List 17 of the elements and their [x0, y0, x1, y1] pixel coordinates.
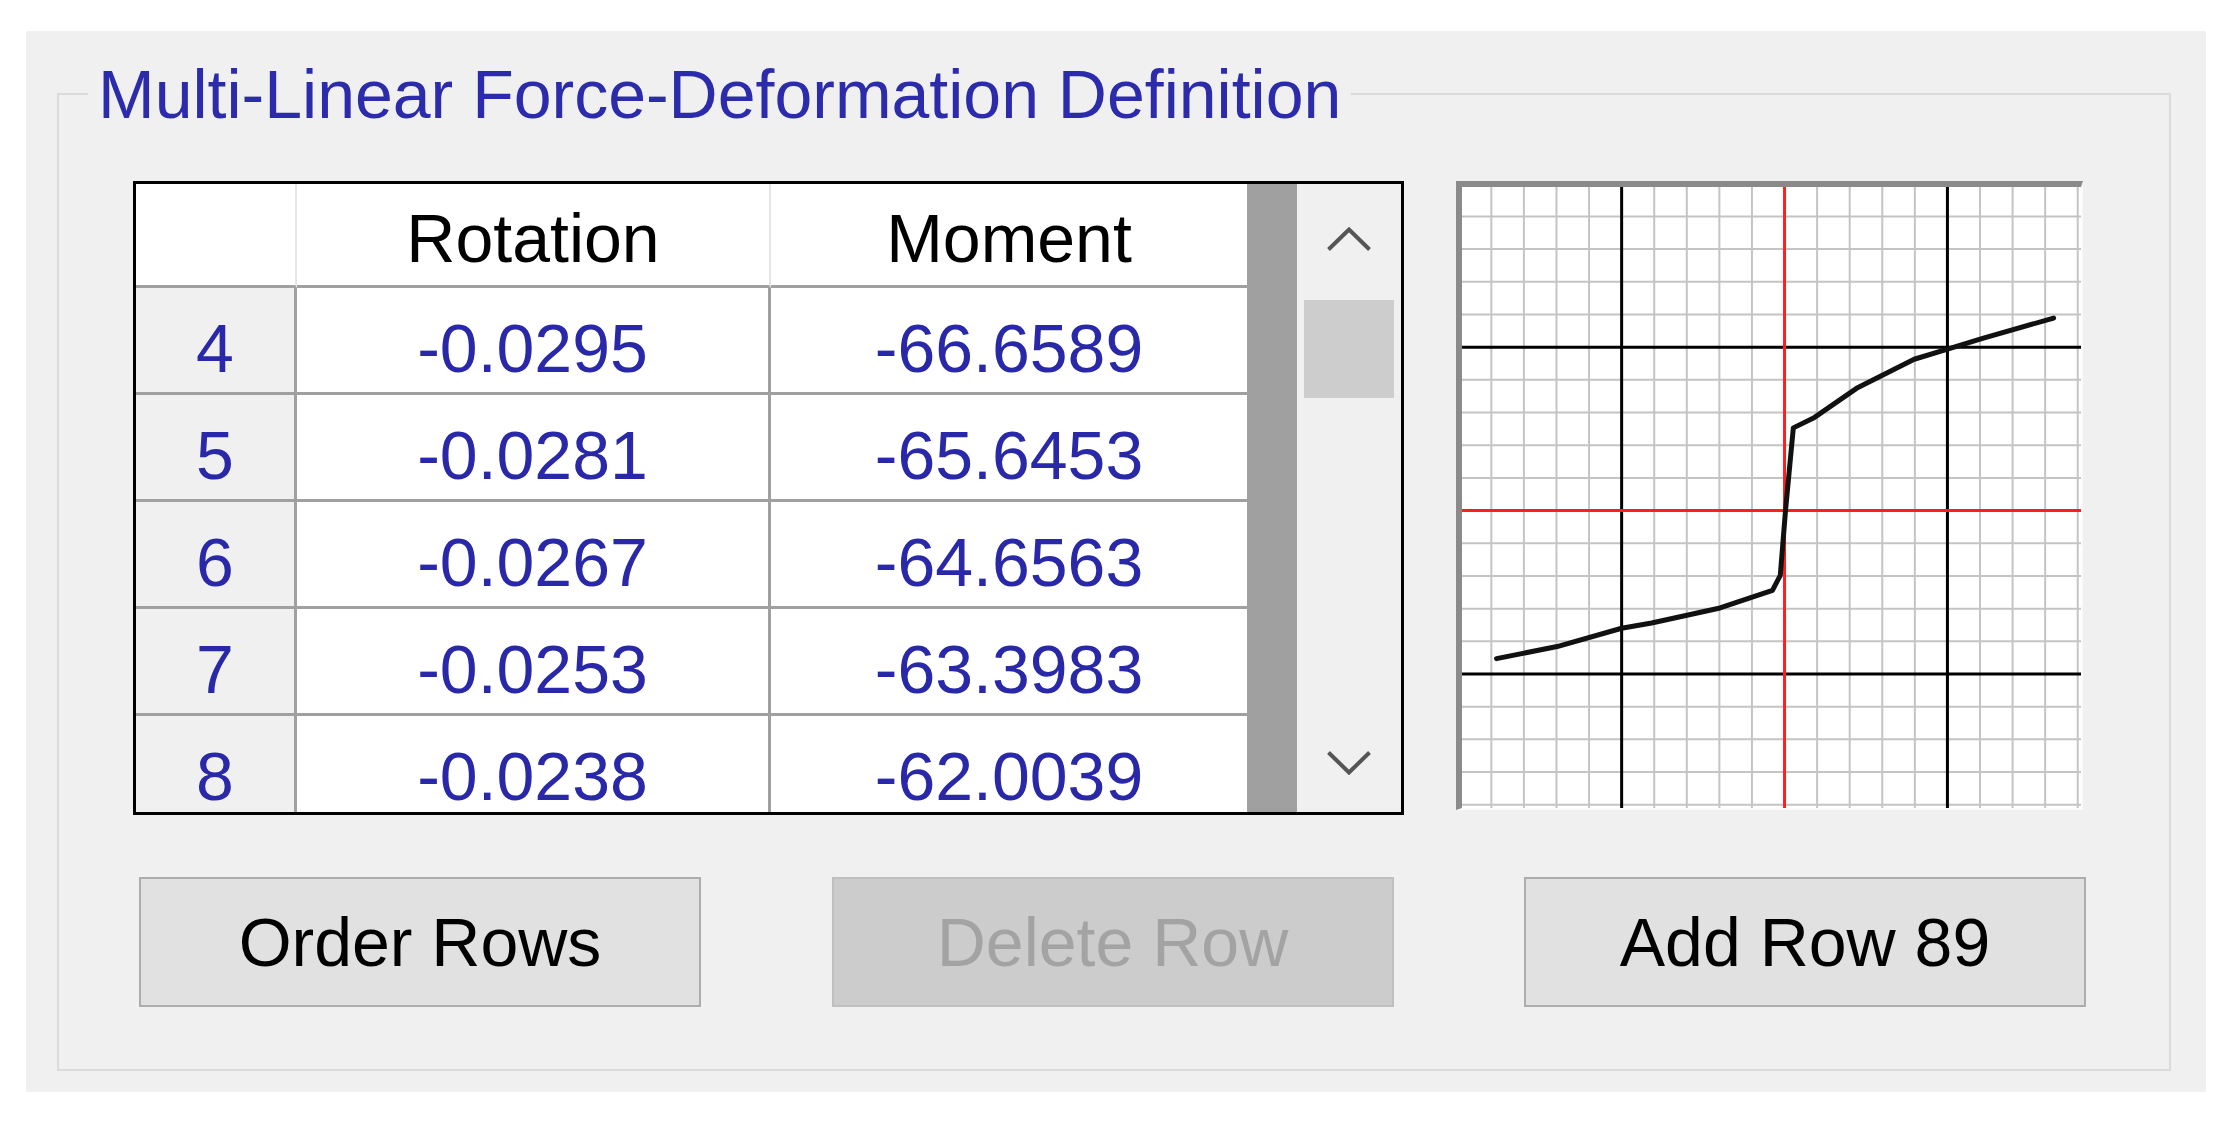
group-title: Multi-Linear Force-Deformation Definition	[97, 56, 1343, 132]
column-header: Rotation	[297, 184, 771, 288]
table-cell: -0.0267	[297, 502, 771, 609]
order-rows-button[interactable]: Order Rows	[139, 877, 701, 1007]
table-cell: -0.0281	[297, 395, 771, 502]
table-cell: -0.0253	[297, 609, 771, 716]
row-header: 4	[136, 288, 297, 395]
row-header: 6	[136, 502, 297, 609]
chevron-up-icon	[1326, 226, 1372, 252]
row-header: 7	[136, 609, 297, 716]
scroll-thumb[interactable]	[1304, 300, 1394, 398]
chevron-down-icon	[1326, 749, 1372, 775]
table-cell: -0.0295	[297, 288, 771, 395]
vertical-scrollbar[interactable]	[1297, 184, 1401, 812]
row-header: 5	[136, 395, 297, 502]
row-header: 8	[136, 716, 297, 812]
add-row-button[interactable]: Add Row 89	[1524, 877, 2086, 1007]
